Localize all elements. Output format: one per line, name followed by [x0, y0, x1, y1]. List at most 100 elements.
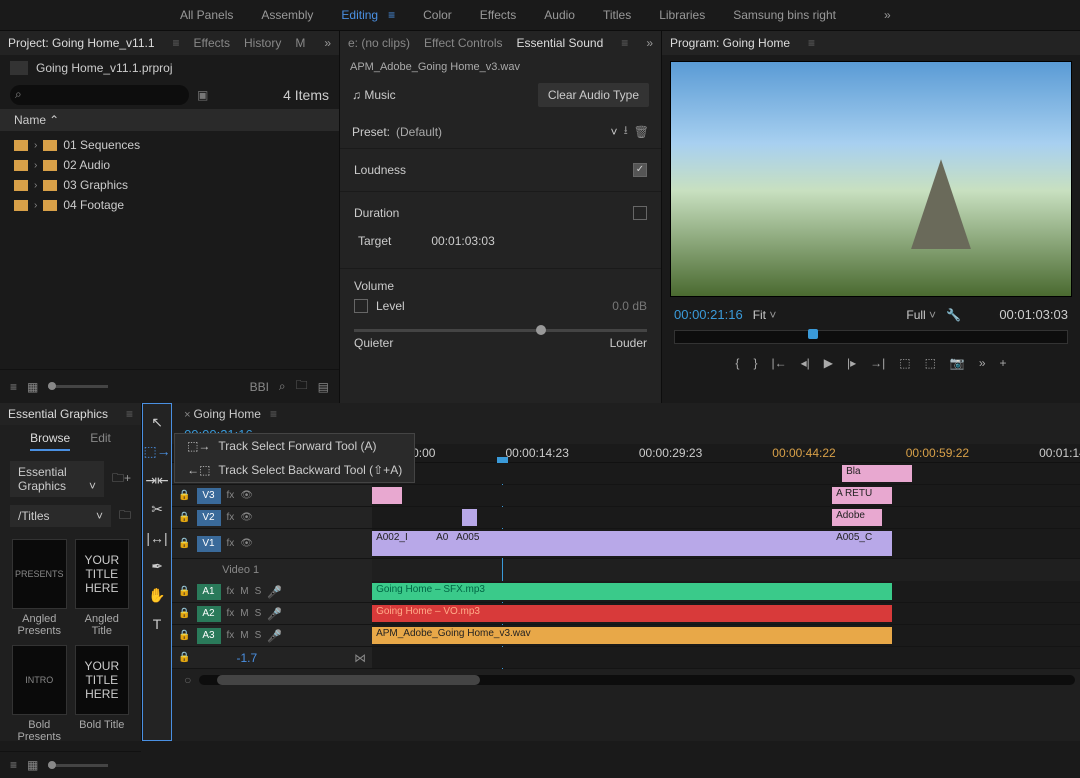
menu-track-select-backward[interactable]: ←⬚Track Select Backward Tool (⇧+A) — [175, 458, 414, 482]
panel-menu-icon[interactable]: ≡ — [621, 36, 628, 50]
clip[interactable]: Adobe — [832, 509, 882, 526]
tab-project[interactable]: Project: Going Home_v11.1 — [8, 36, 155, 50]
wrench-icon[interactable]: 🔧 — [946, 308, 961, 322]
track-label-v3[interactable]: V3 — [197, 488, 221, 504]
fx-icon[interactable]: fx — [227, 630, 235, 641]
bin-row[interactable]: ›01 Sequences — [8, 135, 331, 155]
mute-icon[interactable]: M — [240, 586, 248, 597]
clip[interactable]: A0 — [432, 531, 452, 556]
lock-icon[interactable]: 🔒 — [178, 538, 190, 549]
mark-in-icon[interactable]: { — [735, 356, 739, 370]
eye-icon[interactable]: 👁 — [240, 490, 253, 501]
track-label-a1[interactable]: A1 — [197, 584, 221, 600]
fx-icon[interactable]: fx — [227, 538, 235, 549]
clip[interactable]: A RETU — [832, 487, 892, 504]
panel-overflow-icon[interactable]: » — [324, 36, 331, 50]
panel-menu-icon[interactable]: ≡ — [173, 36, 180, 50]
extract-icon[interactable]: ⬚ — [925, 356, 936, 370]
tab-m[interactable]: M — [295, 36, 305, 50]
bin-row[interactable]: ›02 Audio — [8, 155, 331, 175]
fx-icon[interactable]: fx — [227, 586, 235, 597]
master-db[interactable]: -1.7 — [237, 651, 258, 665]
lock-icon[interactable]: 🔒 — [178, 512, 190, 523]
add-button-icon[interactable]: + — [1000, 356, 1007, 370]
menu-track-select-forward[interactable]: ⬚→Track Select Forward Tool (A) — [175, 434, 414, 458]
solo-icon[interactable]: S — [255, 630, 262, 641]
sequence-tab[interactable]: Going Home ≡ — [172, 403, 1080, 425]
mark-out-icon[interactable]: } — [753, 356, 757, 370]
lock-icon[interactable]: 🔒 — [178, 652, 190, 663]
track-label-a3[interactable]: A3 — [197, 628, 221, 644]
clip[interactable]: A002_I — [372, 531, 432, 556]
ws-tab-libraries[interactable]: Libraries — [659, 8, 705, 22]
clip[interactable]: A005 — [452, 531, 492, 556]
graphics-template[interactable]: YOUR TITLE HEREAngled Title — [75, 539, 130, 637]
target-timecode[interactable]: 00:01:03:03 — [431, 234, 494, 248]
project-search-input[interactable] — [10, 85, 189, 105]
loudness-checkbox[interactable]: ✓ — [633, 163, 647, 177]
go-to-in-icon[interactable]: |← — [771, 356, 786, 370]
volume-slider[interactable] — [354, 329, 647, 332]
pen-tool-icon[interactable]: ✒ — [151, 558, 163, 575]
clip[interactable]: Going Home – SFX.mp3 — [372, 583, 892, 600]
lock-icon[interactable]: 🔒 — [178, 490, 190, 501]
fx-icon[interactable]: fx — [227, 512, 235, 523]
hamburger-icon[interactable]: ≡ — [388, 8, 395, 22]
bin-row[interactable]: ›03 Graphics — [8, 175, 331, 195]
fx-icon[interactable]: fx — [227, 608, 235, 619]
chevron-right-icon[interactable]: › — [34, 180, 37, 191]
lock-icon[interactable]: 🔒 — [178, 608, 190, 619]
duration-checkbox[interactable] — [633, 206, 647, 220]
tab-browse[interactable]: Browse — [30, 431, 70, 451]
fx-icon[interactable]: fx — [227, 490, 235, 501]
lift-icon[interactable]: ⬚ — [899, 356, 910, 370]
panel-overflow-icon[interactable]: » — [646, 36, 653, 50]
clip[interactable]: A005_C — [832, 531, 892, 556]
ws-tab-editing[interactable]: Editing — [341, 8, 378, 22]
graphics-template[interactable]: YOUR TITLE HEREBold Title — [75, 645, 130, 743]
ws-tab-all[interactable]: All Panels — [180, 8, 233, 22]
go-to-out-icon[interactable]: →| — [870, 356, 885, 370]
graphics-template[interactable]: INTROBold Presents — [12, 645, 67, 743]
clear-audio-type-button[interactable]: Clear Audio Type — [538, 83, 649, 107]
chevron-down-icon[interactable]: ˅ — [611, 125, 618, 139]
clip[interactable] — [462, 509, 477, 526]
download-icon[interactable]: ⭳ — [624, 121, 628, 142]
export-frame-icon[interactable]: 📷 — [950, 356, 965, 370]
panel-menu-icon[interactable]: ≡ — [126, 407, 133, 421]
timeline-hscroll[interactable] — [199, 675, 1075, 685]
clip[interactable]: APM_Adobe_Going Home_v3.wav — [372, 627, 892, 644]
ws-overflow-icon[interactable]: » — [884, 8, 891, 22]
icon-view-icon[interactable]: ▦ — [27, 380, 38, 394]
ws-tab-titles[interactable]: Titles — [603, 8, 631, 22]
new-bin-icon[interactable]: 🗀 — [296, 376, 308, 397]
chevron-right-icon[interactable]: › — [34, 160, 37, 171]
eye-icon[interactable]: 👁 — [240, 538, 253, 549]
tab-essential-graphics[interactable]: Essential Graphics — [8, 407, 108, 421]
ws-tab-audio[interactable]: Audio — [544, 8, 575, 22]
zoom-fit-select[interactable]: Fit ˅ — [753, 308, 777, 322]
tab-effect-controls[interactable]: Effect Controls — [424, 36, 502, 50]
loudness-label[interactable]: Loudness — [354, 163, 406, 177]
ws-tab-samsung[interactable]: Samsung bins right — [733, 8, 836, 22]
preset-select[interactable]: (Default) — [396, 125, 605, 139]
folder-icon[interactable]: 🗀 — [119, 506, 131, 527]
tab-effects[interactable]: Effects — [194, 36, 230, 50]
mic-icon[interactable]: 🎤 — [267, 585, 282, 599]
grid-view-icon[interactable]: ▦ — [27, 758, 38, 772]
mic-icon[interactable]: 🎤 — [267, 607, 282, 621]
ripple-edit-tool-icon[interactable]: ⇥⇤ — [145, 472, 168, 489]
bin-row[interactable]: ›04 Footage — [8, 195, 331, 215]
new-item-icon[interactable]: ▤ — [318, 380, 329, 394]
step-back-icon[interactable]: ◂| — [801, 356, 810, 370]
add-folder-icon[interactable]: 🗀+ — [112, 469, 131, 490]
lock-icon[interactable]: 🔒 — [178, 630, 190, 641]
slip-tool-icon[interactable]: |↔| — [146, 530, 167, 546]
track-select-tool-icon[interactable]: ⬚→ — [143, 443, 170, 460]
chevron-right-icon[interactable]: › — [34, 140, 37, 151]
panel-menu-icon[interactable]: ≡ — [270, 407, 277, 421]
resolution-select[interactable]: Full ˅ — [906, 308, 936, 322]
duration-label[interactable]: Duration — [354, 206, 399, 220]
search-icon[interactable]: ⌕ — [279, 379, 286, 394]
mute-icon[interactable]: M — [240, 630, 248, 641]
